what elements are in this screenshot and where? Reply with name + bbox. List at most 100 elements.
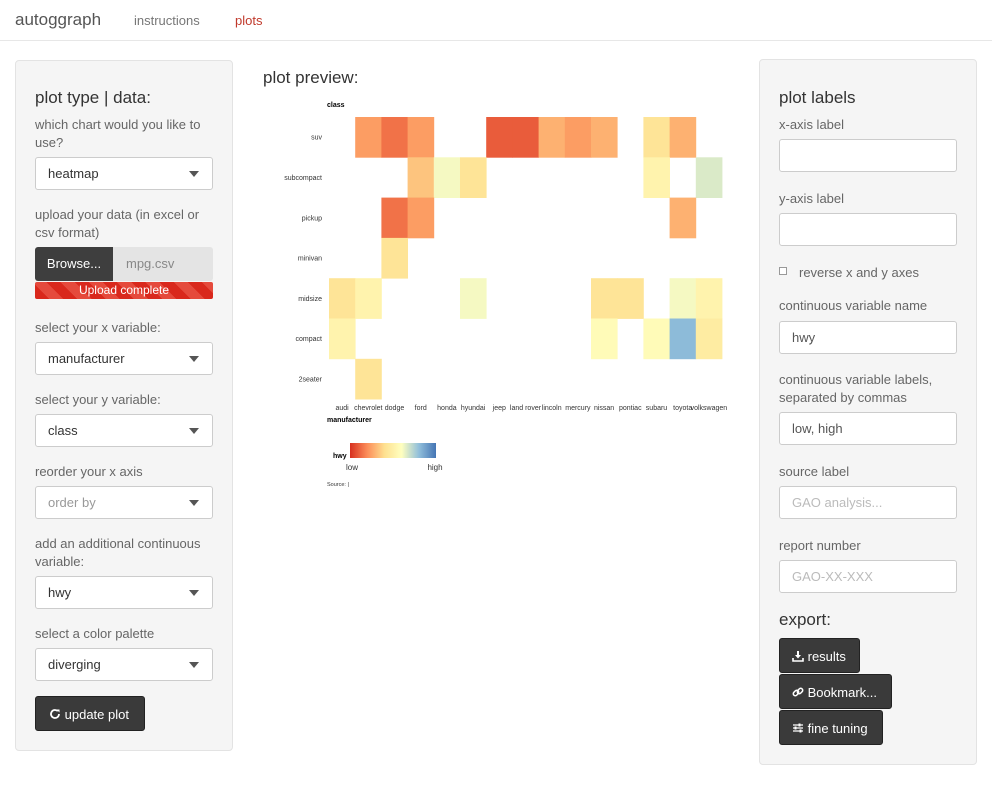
- cont-name-input[interactable]: [779, 321, 957, 354]
- reverse-axes-label: reverse x and y axes: [799, 265, 919, 280]
- heatmap-cell: [643, 117, 670, 158]
- heatmap-cell: [643, 318, 670, 360]
- report-number-input[interactable]: [779, 560, 957, 593]
- y-tick-label: subcompact: [284, 175, 322, 182]
- plot-preview-area: class suv subcompact pickup minivan midsize co…: [263, 95, 730, 495]
- reverse-axes-checkbox[interactable]: [779, 267, 787, 275]
- cont-name-label: continuous variable name: [779, 298, 928, 313]
- heatmap-cell: [460, 278, 487, 319]
- reorder-select[interactable]: order by: [35, 486, 213, 519]
- plot-labels-title: plot labels: [779, 88, 856, 107]
- heatmap-cell: [564, 117, 592, 158]
- legend-title: hwy: [333, 453, 347, 460]
- fine-tuning-button[interactable]: fine tuning: [779, 710, 883, 745]
- refresh-icon: [50, 709, 60, 719]
- app-brand[interactable]: autoggraph: [15, 10, 101, 30]
- nav-link-plots[interactable]: plots: [235, 13, 262, 28]
- x-tick-label: nissan: [594, 405, 614, 412]
- chevron-down-icon: [189, 356, 199, 362]
- continuous-variable-label: add an additional continuous variable:: [35, 536, 201, 569]
- sliders-icon: [793, 723, 803, 733]
- source-input[interactable]: [779, 486, 957, 519]
- heatmap-cell: [695, 318, 723, 360]
- heatmap-cell: [538, 117, 566, 158]
- x-tick-label: chevrolet: [354, 405, 382, 412]
- x-tick-label: mercury: [565, 405, 591, 412]
- palette-select[interactable]: diverging: [35, 648, 213, 681]
- heatmap-cell: [669, 278, 697, 319]
- heatmap-cell: [669, 197, 697, 239]
- results-button[interactable]: results: [779, 638, 860, 673]
- palette-value: diverging: [48, 657, 101, 672]
- y-variable-value: class: [48, 423, 78, 438]
- download-icon: [792, 651, 804, 662]
- yaxis-input[interactable]: [779, 213, 957, 246]
- xaxis-label: x-axis label: [779, 117, 845, 132]
- nav-link-instructions[interactable]: instructions: [134, 13, 200, 28]
- bookmark-button[interactable]: Bookmark...: [779, 674, 892, 709]
- results-label: results: [807, 649, 846, 664]
- export-title: export:: [779, 610, 831, 629]
- legend-low-label: low: [346, 463, 358, 472]
- reorder-label: reorder your x axis: [35, 464, 143, 479]
- heatmap-cell: [643, 157, 670, 198]
- heatmap-cell: [381, 197, 408, 239]
- x-tick-label: jeep: [492, 405, 506, 412]
- continuous-variable-select[interactable]: hwy: [35, 576, 213, 609]
- heatmap-cell: [355, 358, 382, 400]
- y-tick-label: compact: [296, 336, 323, 343]
- heatmap-cell: [407, 117, 435, 158]
- xaxis-input[interactable]: [779, 139, 957, 172]
- x-tick-label: honda: [437, 405, 457, 412]
- heatmap-cell: [669, 318, 697, 360]
- plot-type-panel-title: plot type | data:: [35, 88, 151, 107]
- heatmap-cell: [591, 318, 618, 360]
- y-variable-select[interactable]: class: [35, 414, 213, 447]
- heatmap-cell: [669, 117, 697, 158]
- cont-labels-input[interactable]: [779, 412, 957, 445]
- heatmap-cell: [486, 117, 513, 158]
- file-name-field[interactable]: mpg.csv: [113, 247, 213, 281]
- source-label: source label: [779, 464, 850, 479]
- legend-high-label: high: [427, 463, 442, 472]
- x-tick-label: hyundai: [461, 405, 486, 412]
- browse-button[interactable]: Browse...: [35, 247, 113, 281]
- chart-type-value: heatmap: [48, 166, 99, 181]
- chevron-down-icon: [189, 500, 199, 506]
- chart-type-select[interactable]: heatmap: [35, 157, 213, 190]
- x-tick-label: land rover: [510, 405, 542, 412]
- bookmark-label: Bookmark...: [807, 685, 877, 700]
- chevron-down-icon: [189, 590, 199, 596]
- y-tick-label: midsize: [298, 296, 322, 303]
- x-tick-label: volkswagen: [691, 405, 728, 412]
- x-tick-label: toyota: [673, 405, 692, 412]
- chart-type-label: which chart would you like to use?: [35, 117, 201, 150]
- x-tick-label: subaru: [646, 405, 668, 412]
- update-plot-button[interactable]: update plot: [35, 696, 145, 731]
- heatmap-cell: [407, 157, 435, 198]
- chevron-down-icon: [189, 171, 199, 177]
- plot-preview-title: plot preview:: [263, 68, 359, 87]
- reorder-placeholder: order by: [48, 495, 96, 510]
- x-tick-label: dodge: [385, 405, 405, 412]
- x-tick-label: audi: [335, 405, 349, 412]
- heatmap-cell: [355, 278, 382, 319]
- y-tick-label: pickup: [302, 215, 322, 222]
- legend-color-bar: [350, 443, 436, 458]
- link-icon: [792, 687, 804, 697]
- navbar: autoggraph instructions plots: [0, 0, 992, 41]
- heatmap-cell: [617, 278, 644, 319]
- heatmap-cell: [695, 278, 723, 319]
- x-variable-label: select your x variable:: [35, 320, 161, 335]
- y-variable-label: select your y variable:: [35, 392, 161, 407]
- source-caption: Source: |: [327, 482, 349, 488]
- heatmap-cell: [407, 197, 435, 239]
- heatmap-cell: [355, 117, 382, 158]
- x-variable-select[interactable]: manufacturer: [35, 342, 213, 375]
- heatmap-cell: [329, 318, 356, 360]
- y-tick-label: minivan: [298, 256, 322, 263]
- heatmap-chart: class suv subcompact pickup minivan midsize co…: [284, 102, 728, 488]
- x-variable-value: manufacturer: [48, 351, 125, 366]
- y-axis-title: class: [327, 102, 345, 109]
- upload-label: upload your data (in excel or csv format…: [35, 207, 200, 240]
